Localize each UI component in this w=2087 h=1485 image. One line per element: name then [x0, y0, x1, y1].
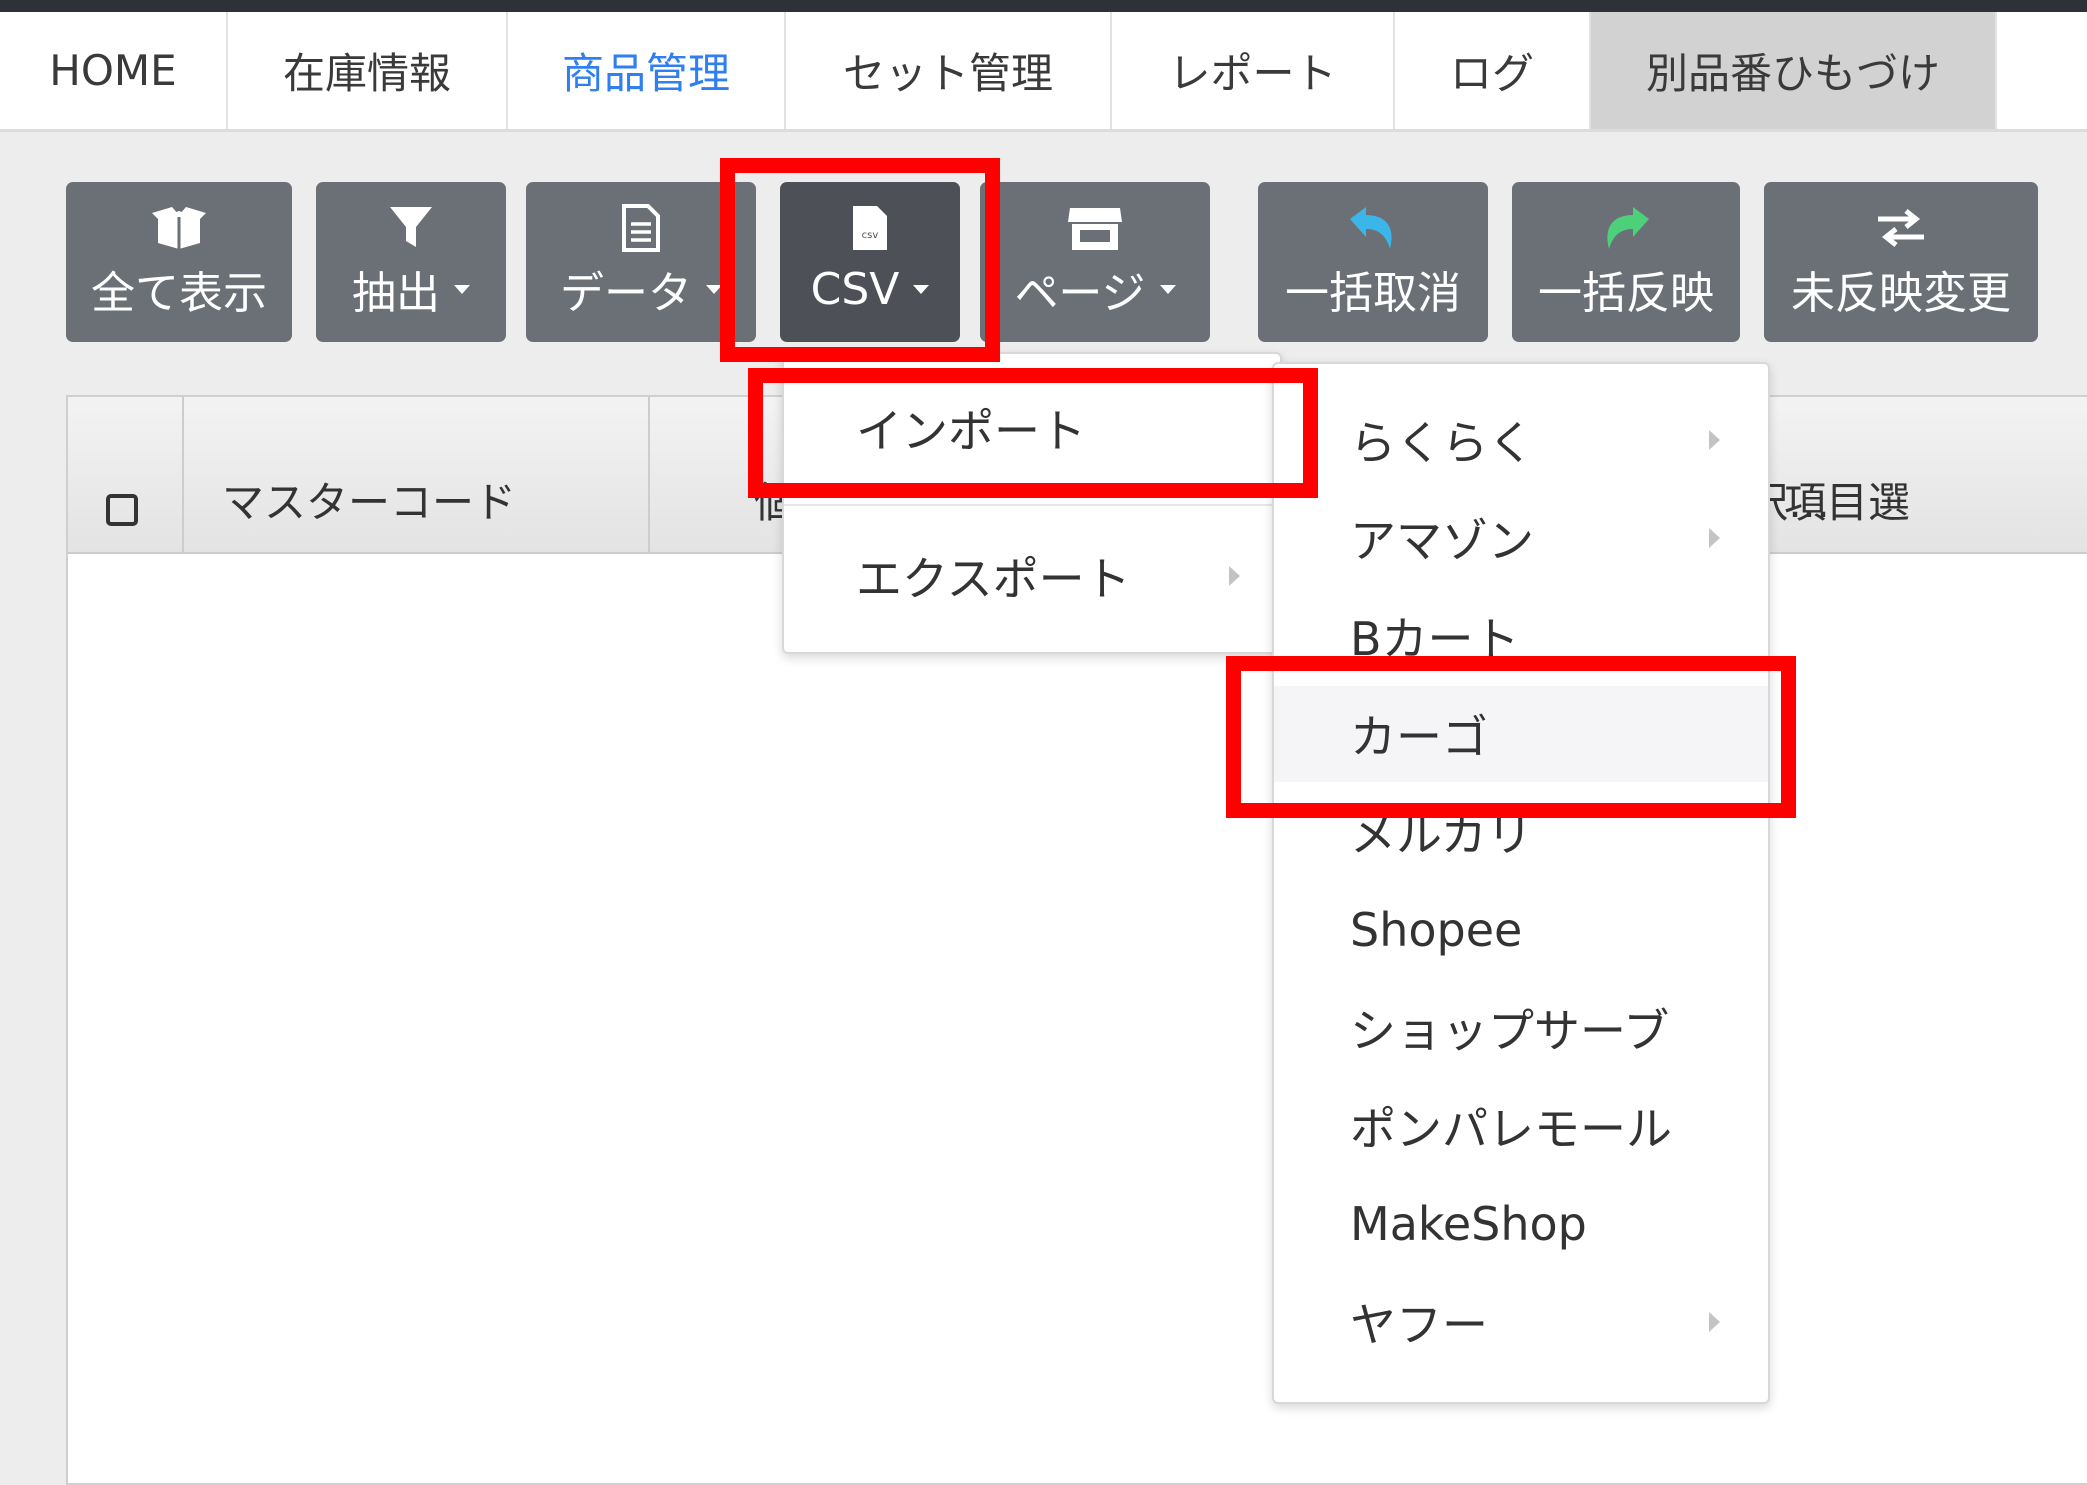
- menu-divider: [784, 504, 1280, 506]
- tab-product-management[interactable]: 商品管理: [508, 12, 786, 129]
- exchange-icon: [1764, 204, 2038, 252]
- import-submenu: らくらく アマゾン Bカート カーゴ メルカリ Shopee ショップサーブ ポ…: [1272, 362, 1770, 1404]
- chevron-right-icon: [1229, 566, 1240, 586]
- highlight-csv-button: [720, 158, 1000, 362]
- tab-log[interactable]: ログ: [1395, 12, 1591, 129]
- box-open-icon: [66, 204, 292, 252]
- bulk-cancel-label: 一括取消: [1285, 268, 1461, 319]
- column-header-item-select[interactable]: 項目選: [1746, 397, 2087, 552]
- store-icon: [980, 204, 1210, 252]
- bulk-apply-button[interactable]: 一括反映: [1512, 182, 1740, 342]
- show-all-label: 全て表示: [91, 268, 267, 319]
- page-label: ページ: [1014, 268, 1146, 319]
- unapplied-changes-label: 未反映変更: [1791, 268, 2011, 319]
- submenu-item-shopserve[interactable]: ショップサーブ: [1274, 980, 1768, 1076]
- main-nav: HOME 在庫情報 商品管理 セット管理 レポート ログ 別品番ひもづけ: [0, 12, 2087, 132]
- tab-report[interactable]: レポート: [1112, 12, 1395, 129]
- column-label-item-select: 項目選: [1784, 478, 1911, 527]
- submenu-item-makeshop[interactable]: MakeShop: [1274, 1176, 1768, 1272]
- submenu-item-shopee[interactable]: Shopee: [1274, 882, 1768, 978]
- chevron-right-icon: [1709, 1312, 1720, 1332]
- extract-label-wrap: 抽出: [316, 264, 506, 319]
- extract-dropdown-button[interactable]: 抽出: [316, 182, 506, 342]
- bulk-apply-label: 一括反映: [1538, 268, 1714, 319]
- redo-icon: [1512, 204, 1740, 252]
- submenu-item-rakuraku[interactable]: らくらく: [1274, 392, 1768, 488]
- submenu-item-label: らくらく: [1350, 416, 1534, 470]
- submenu-item-amazon[interactable]: アマゾン: [1274, 490, 1768, 586]
- submenu-item-label: ヤフー: [1350, 1298, 1488, 1352]
- tab-inventory[interactable]: 在庫情報: [228, 12, 508, 129]
- page-label-wrap: ページ: [980, 264, 1210, 319]
- tab-set-management[interactable]: セット管理: [786, 12, 1112, 129]
- undo-icon: [1258, 204, 1488, 252]
- menu-item-export-label: エクスポート: [856, 552, 1131, 606]
- page-dropdown-button[interactable]: ページ: [980, 182, 1210, 342]
- column-label-master-code: マスターコード: [222, 478, 517, 527]
- submenu-item-label: MakeShop: [1350, 1197, 1587, 1251]
- highlight-import-item: [748, 368, 1318, 498]
- menu-item-export[interactable]: エクスポート: [784, 528, 1280, 624]
- submenu-item-label: アマゾン: [1350, 514, 1534, 568]
- chevron-right-icon: [1709, 528, 1720, 548]
- tab-home[interactable]: HOME: [0, 12, 228, 129]
- bulk-cancel-button[interactable]: 一括取消: [1258, 182, 1488, 342]
- unapplied-changes-button[interactable]: 未反映変更: [1764, 182, 2038, 342]
- submenu-item-label: ポンパレモール: [1350, 1102, 1672, 1156]
- submenu-item-yahoo[interactable]: ヤフー: [1274, 1274, 1768, 1370]
- select-all-checkbox[interactable]: [106, 494, 138, 526]
- filter-icon: [316, 204, 506, 252]
- select-all-column: [68, 397, 184, 552]
- show-all-button[interactable]: 全て表示: [66, 182, 292, 342]
- tab-alt-sku-link[interactable]: 別品番ひもづけ: [1591, 12, 1997, 129]
- chevron-right-icon: [1709, 430, 1720, 450]
- submenu-item-ponpare-mall[interactable]: ポンパレモール: [1274, 1078, 1768, 1174]
- column-header-master-code[interactable]: マスターコード: [184, 397, 650, 552]
- submenu-item-label: ショップサーブ: [1350, 1004, 1670, 1058]
- caret-down-icon: [1159, 284, 1176, 294]
- caret-down-icon: [454, 284, 470, 294]
- highlight-cargo-item: [1226, 656, 1796, 818]
- submenu-item-label: Shopee: [1350, 903, 1523, 957]
- extract-label: 抽出: [352, 268, 440, 319]
- top-window-bar: [0, 0, 2087, 12]
- data-label: データ: [560, 268, 692, 319]
